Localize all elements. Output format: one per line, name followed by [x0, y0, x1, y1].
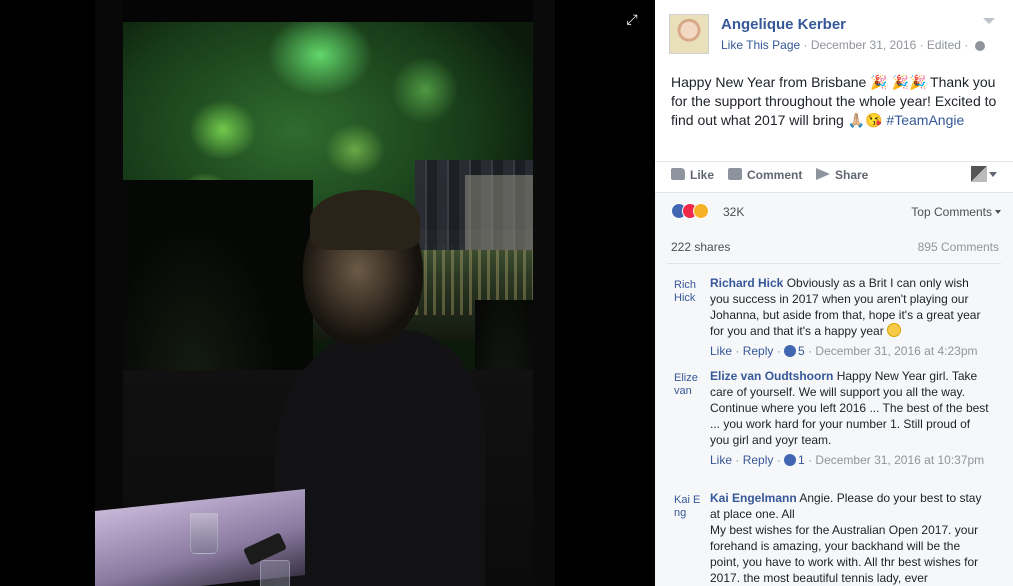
post-date[interactable]: December 31, 2016 — [811, 38, 916, 52]
comment-meta: Like · Reply · 5 · December 31, 2016 at … — [710, 344, 978, 358]
comment-like-link[interactable]: Like — [710, 344, 732, 358]
meta-separator-3: · — [960, 38, 972, 52]
caret-down-icon[interactable] — [989, 172, 997, 177]
person — [275, 190, 485, 586]
comment-body: Elize van Oudtshoorn Happy New Year girl… — [710, 368, 990, 468]
share-icon — [816, 168, 830, 180]
commenter-name[interactable]: Kai Engelmann — [710, 491, 797, 505]
comments-section: 32K Top Comments 222 shares 895 Comments… — [655, 192, 1013, 586]
comment-reply-link[interactable]: Reply — [743, 453, 774, 467]
edited-label[interactable]: Edited — [927, 38, 961, 52]
comment-text-continued: My best wishes for the Australian Open 2… — [710, 523, 979, 585]
comment-content: Elize van Oudtshoorn Happy New Year girl… — [710, 368, 990, 448]
comment-content: Richard Hick Obviously as a Brit I can o… — [710, 275, 990, 339]
comment-time[interactable]: December 31, 2016 at 10:37pm — [815, 453, 984, 467]
like-badge-icon — [784, 454, 797, 466]
comment-like-link[interactable]: Like — [710, 453, 732, 467]
post-text: Happy New Year from Brisbane 🎉 🎉🎉 Thank … — [671, 73, 1003, 130]
thumbs-up-icon — [671, 168, 685, 180]
comment-body: Kai Engelmann Angie. Please do your best… — [710, 490, 990, 586]
glass-2 — [260, 560, 290, 586]
hashtag-link[interactable]: #TeamAngie — [886, 112, 964, 128]
commenter-name[interactable]: Richard Hick — [710, 276, 783, 290]
wall-left — [95, 0, 123, 586]
person-body — [275, 330, 485, 586]
comment-like-count[interactable]: 1 — [798, 453, 805, 467]
photo-viewer[interactable]: ⤢ — [0, 0, 655, 586]
page-name-link[interactable]: Angelique Kerber — [721, 16, 846, 33]
expand-icon[interactable]: ⤢ — [624, 11, 640, 27]
commenter-avatar[interactable]: Kai Eng — [674, 494, 706, 526]
wow-reaction-icon — [693, 203, 709, 219]
divider — [667, 263, 1001, 264]
meta-separator: · — [800, 38, 811, 52]
comment-sort-dropdown[interactable]: Top Comments — [911, 205, 1001, 219]
person-hair — [310, 190, 420, 250]
commenter-avatar[interactable]: Rich Hick — [674, 279, 706, 311]
post-meta: Like This Page · December 31, 2016 · Edi… — [721, 38, 985, 52]
comment-button[interactable]: Comment — [728, 168, 802, 182]
comment-sort-label: Top Comments — [911, 205, 992, 219]
comment-content: Kai Engelmann Angie. Please do your best… — [710, 490, 990, 522]
caret-down-icon — [995, 210, 1001, 214]
like-page-link[interactable]: Like This Page — [721, 38, 800, 52]
share-button-label: Share — [835, 168, 869, 182]
page-avatar[interactable] — [669, 14, 709, 54]
chevron-down-icon[interactable] — [983, 18, 995, 24]
viewer-avatar[interactable] — [971, 166, 987, 182]
like-button-label: Like — [690, 168, 715, 182]
comment-button-label: Comment — [747, 168, 803, 182]
comment-icon — [728, 168, 742, 180]
comments-count-link[interactable]: 895 Comments — [918, 240, 999, 254]
reaction-count[interactable]: 32K — [723, 205, 744, 219]
post-photo[interactable] — [95, 0, 555, 586]
post-header: Angelique Kerber Like This Page · Decemb… — [655, 0, 1013, 64]
action-bar: Like Comment Share — [655, 161, 1013, 189]
comment-like-count[interactable]: 5 — [798, 344, 805, 358]
smile-emoji-icon — [887, 323, 902, 337]
post-panel: Angelique Kerber Like This Page · Decemb… — [655, 0, 1013, 586]
comment-body: Richard Hick Obviously as a Brit I can o… — [710, 275, 990, 359]
meta-separator-2: · — [916, 38, 927, 52]
comment-meta: Like · Reply · 1 · December 31, 2016 at … — [710, 453, 985, 467]
globe-icon — [974, 40, 985, 51]
comment-reply-link[interactable]: Reply — [743, 344, 774, 358]
glass — [190, 512, 218, 554]
commenter-avatar[interactable]: Elize van — [674, 372, 706, 404]
comment-time[interactable]: December 31, 2016 at 4:23pm — [815, 344, 977, 358]
shares-link[interactable]: 222 shares — [671, 240, 730, 254]
like-badge-icon — [784, 345, 797, 357]
share-button[interactable]: Share — [816, 168, 868, 182]
wall-right — [533, 0, 555, 586]
commenter-name[interactable]: Elize van Oudtshoorn — [710, 369, 833, 383]
balcony-roof — [95, 0, 555, 22]
like-button[interactable]: Like — [671, 168, 714, 182]
